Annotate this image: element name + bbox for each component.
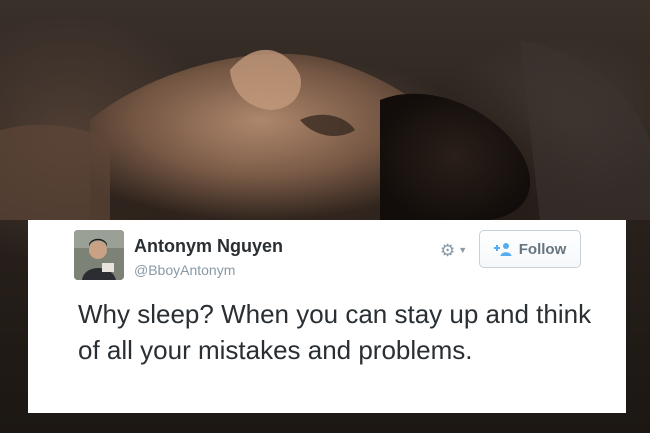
avatar-image — [74, 230, 124, 280]
follow-label: Follow — [518, 240, 567, 258]
user-handle[interactable]: @BboyAntonym — [134, 262, 235, 278]
more-options-menu[interactable]: ⚙ ▼ — [440, 239, 470, 261]
follow-button[interactable]: Follow — [479, 230, 581, 268]
gear-icon: ⚙ — [440, 240, 456, 260]
tweet-text: Why sleep? When you can stay up and thin… — [78, 299, 592, 365]
tweet-card: Antonym Nguyen @BboyAntonym ⚙ ▼ Follow W… — [28, 220, 626, 413]
display-name[interactable]: Antonym Nguyen — [134, 236, 283, 257]
chevron-down-icon: ▼ — [458, 244, 468, 255]
avatar[interactable] — [74, 230, 124, 280]
follow-person-plus-icon — [493, 242, 512, 256]
